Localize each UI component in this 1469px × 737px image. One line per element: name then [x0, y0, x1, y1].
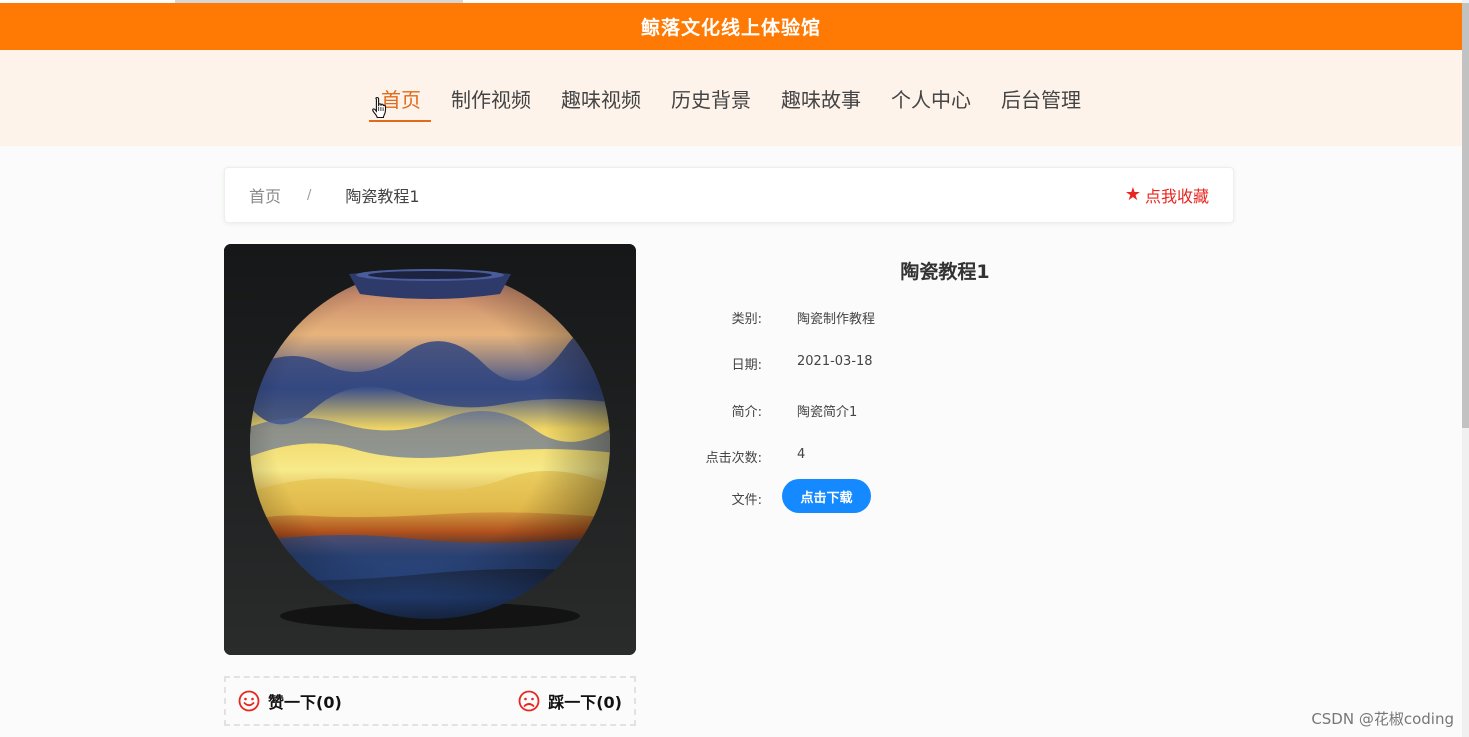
nav-item-fun-videos[interactable]: 趣味视频: [561, 84, 641, 119]
like-label: 赞一下(0): [268, 693, 342, 712]
main-nav: 首页 制作视频 趣味视频 历史背景 趣味故事 个人中心 后台管理: [0, 84, 1462, 122]
watermark: CSDN @花椒coding: [1311, 710, 1454, 728]
summary-label: 简介:: [731, 405, 762, 420]
click-count-label: 点击次数:: [705, 451, 762, 466]
ceramic-vase-illustration: [224, 244, 636, 655]
detail-title: 陶瓷教程1: [900, 261, 990, 283]
category-label: 类别:: [731, 312, 762, 327]
file-label: 文件:: [731, 493, 762, 508]
frown-icon: [518, 690, 540, 712]
date-label: 日期:: [731, 358, 762, 373]
nav-bar: 首页 制作视频 趣味视频 历史背景 趣味故事 个人中心 后台管理: [0, 50, 1462, 146]
breadcrumb-separator: /: [307, 187, 312, 203]
favorite-label: 点我收藏: [1144, 187, 1209, 206]
nav-item-making-videos[interactable]: 制作视频: [451, 84, 531, 119]
nav-item-profile[interactable]: 个人中心: [891, 84, 971, 119]
summary-value: 陶瓷简介1: [797, 405, 858, 420]
click-count-value: 4: [797, 447, 806, 462]
nav-item-history[interactable]: 历史背景: [671, 84, 751, 119]
nav-item-fun-stories[interactable]: 趣味故事: [781, 84, 861, 119]
breadcrumb: 首页 / 陶瓷教程1 ★ 点我收藏: [224, 167, 1234, 223]
site-header: 鲸落文化线上体验馆: [0, 3, 1462, 50]
breadcrumb-current: 陶瓷教程1: [345, 187, 420, 206]
like-button[interactable]: 赞一下(0): [238, 689, 342, 713]
dislike-button[interactable]: 踩一下(0): [518, 689, 622, 713]
download-button[interactable]: 点击下载: [782, 479, 871, 513]
favorite-button[interactable]: ★ 点我收藏: [1125, 183, 1209, 207]
nav-item-admin[interactable]: 后台管理: [1001, 84, 1081, 119]
hand-cursor-icon: [372, 96, 387, 119]
vote-bar: 赞一下(0) 踩一下(0): [224, 676, 636, 726]
product-image: [224, 244, 636, 655]
breadcrumb-home-link[interactable]: 首页: [249, 183, 281, 207]
page-scrollbar[interactable]: [1462, 0, 1469, 737]
scrollbar-thumb[interactable]: [1462, 3, 1469, 428]
smile-icon: [238, 690, 260, 712]
dislike-label: 踩一下(0): [548, 693, 622, 712]
date-value: 2021-03-18: [797, 354, 873, 369]
star-icon: ★: [1124, 184, 1141, 205]
category-value: 陶瓷制作教程: [797, 312, 876, 327]
site-title: 鲸落文化线上体验馆: [640, 17, 821, 39]
